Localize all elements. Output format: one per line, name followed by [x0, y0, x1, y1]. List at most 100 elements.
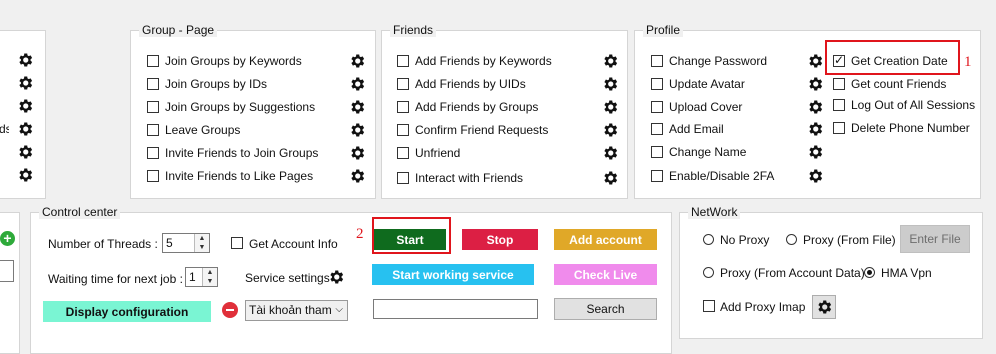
gear-icon[interactable] — [806, 143, 824, 161]
search-input[interactable] — [373, 299, 538, 319]
gear-icon[interactable] — [348, 98, 366, 116]
gear-icon[interactable] — [806, 167, 824, 185]
wait-spin-buttons[interactable]: ▲ ▼ — [202, 268, 217, 286]
gear-icon[interactable] — [601, 75, 619, 93]
proxy-imap-settings-button[interactable] — [812, 295, 836, 319]
gear-icon[interactable] — [348, 167, 366, 185]
gear-icon[interactable] — [601, 98, 619, 116]
gear-icon[interactable] — [601, 169, 619, 187]
gear-icon[interactable] — [327, 268, 345, 286]
control-center-title: Control center — [39, 205, 121, 219]
gear-icon[interactable] — [348, 121, 366, 139]
label-invite-friends-to-join-groups: Invite Friends to Join Groups — [165, 146, 319, 160]
wait-label: Waiting time for next job : — [48, 272, 183, 286]
left-partial-label: ds — [0, 122, 9, 136]
remove-circle-icon[interactable] — [222, 302, 238, 318]
checkbox-join-groups-by-suggestions[interactable] — [147, 101, 159, 113]
no-proxy-label: No Proxy — [720, 233, 770, 247]
gear-icon[interactable] — [601, 144, 619, 162]
checkbox-enable-disable-2fa[interactable] — [651, 170, 663, 182]
check-live-button[interactable]: Check Live — [554, 264, 657, 285]
checkbox-add-email[interactable] — [651, 123, 663, 135]
label-enable-disable-2fa: Enable/Disable 2FA — [669, 169, 775, 183]
gear-icon[interactable] — [806, 52, 824, 70]
label-update-avatar: Update Avatar — [669, 77, 745, 91]
proxy-from-file-label: Proxy (From File) — [803, 233, 896, 247]
checkbox-confirm-friend-requests[interactable] — [397, 124, 409, 136]
hma-vpn-label: HMA Vpn — [881, 266, 932, 280]
label-join-groups-by-suggestions: Join Groups by Suggestions — [165, 100, 316, 114]
checkbox-upload-cover[interactable] — [651, 101, 663, 113]
threads-label: Number of Threads : — [48, 237, 158, 251]
label-leave-groups: Leave Groups — [165, 123, 241, 137]
gear-icon[interactable] — [601, 121, 619, 139]
search-button[interactable]: Search — [554, 298, 657, 320]
label-join-groups-by-ids: Join Groups by IDs — [165, 77, 268, 91]
checkbox-get-count-friends[interactable] — [833, 78, 845, 90]
add-proxy-imap-label: Add Proxy Imap — [720, 300, 806, 314]
label-add-friends-by-keywords: Add Friends by Keywords — [415, 54, 552, 68]
add-proxy-imap-checkbox[interactable] — [703, 300, 715, 312]
threads-spin-buttons[interactable]: ▲ ▼ — [194, 234, 209, 252]
label-delete-phone-number: Delete Phone Number — [851, 121, 970, 135]
chevron-down-icon: ⌵ — [335, 304, 343, 315]
gear-icon — [815, 298, 833, 316]
label-unfriend: Unfriend — [415, 146, 461, 160]
gear-icon[interactable] — [16, 120, 34, 138]
label-interact-with-friends: Interact with Friends — [415, 171, 524, 185]
partial-input[interactable] — [0, 260, 14, 282]
gear-icon[interactable] — [348, 52, 366, 70]
service-settings-label: Service settings — [245, 271, 330, 285]
display-configuration-button[interactable]: Display configuration — [43, 301, 211, 322]
label-invite-friends-to-like-pages: Invite Friends to Like Pages — [165, 169, 314, 183]
threads-stepper[interactable]: 5 ▲ ▼ — [162, 233, 210, 253]
enter-file-button[interactable]: Enter File — [900, 225, 970, 253]
label-change-name: Change Name — [669, 145, 747, 159]
gear-icon[interactable] — [806, 75, 824, 93]
checkbox-add-friends-by-uids[interactable] — [397, 78, 409, 90]
checkbox-log-out-of-all-sessions[interactable] — [833, 99, 845, 111]
gear-icon[interactable] — [16, 74, 34, 92]
start-working-service-button[interactable]: Start working service — [372, 264, 534, 285]
checkbox-interact-with-friends[interactable] — [397, 172, 409, 184]
add-circle-icon[interactable]: + — [0, 231, 15, 246]
no-proxy-radio[interactable] — [703, 234, 714, 245]
annotation-number-2: 2 — [356, 226, 364, 242]
profile-title: Profile — [643, 23, 684, 37]
checkbox-change-password[interactable] — [651, 55, 663, 67]
account-select[interactable]: Tài khoản tham g ⌵ — [245, 300, 348, 321]
checkbox-add-friends-by-keywords[interactable] — [397, 55, 409, 67]
checkbox-invite-friends-to-join-groups[interactable] — [147, 147, 159, 159]
gear-icon[interactable] — [16, 143, 34, 161]
checkbox-invite-friends-to-like-pages[interactable] — [147, 170, 159, 182]
hma-vpn-radio[interactable] — [864, 267, 875, 278]
annotation-number-1: 1 — [964, 54, 972, 70]
gear-icon[interactable] — [806, 98, 824, 116]
gear-icon[interactable] — [348, 144, 366, 162]
gear-icon[interactable] — [348, 75, 366, 93]
stop-button[interactable]: Stop — [462, 229, 538, 250]
checkbox-update-avatar[interactable] — [651, 78, 663, 90]
add-account-button[interactable]: Add account — [554, 229, 657, 250]
checkbox-unfriend[interactable] — [397, 147, 409, 159]
label-get-count-friends: Get count Friends — [851, 77, 947, 91]
network-title: NetWork — [688, 205, 741, 219]
proxy-from-account-radio[interactable] — [703, 267, 714, 278]
wait-time-stepper[interactable]: 1 ▲ ▼ — [185, 267, 218, 287]
label-add-friends-by-uids: Add Friends by UIDs — [415, 77, 526, 91]
checkbox-add-friends-by-groups[interactable] — [397, 101, 409, 113]
checkbox-delete-phone-number[interactable] — [833, 122, 845, 134]
checkbox-join-groups-by-keywords[interactable] — [147, 55, 159, 67]
checkbox-change-name[interactable] — [651, 146, 663, 158]
gear-icon[interactable] — [16, 51, 34, 69]
group-page-title: Group - Page — [139, 23, 218, 37]
checkbox-leave-groups[interactable] — [147, 124, 159, 136]
proxy-from-file-radio[interactable] — [786, 234, 797, 245]
gear-icon[interactable] — [16, 166, 34, 184]
checkbox-join-groups-by-ids[interactable] — [147, 78, 159, 90]
label-add-email: Add Email — [669, 122, 724, 136]
get-account-info-checkbox[interactable] — [231, 237, 243, 249]
gear-icon[interactable] — [601, 52, 619, 70]
gear-icon[interactable] — [16, 97, 34, 115]
gear-icon[interactable] — [806, 120, 824, 138]
